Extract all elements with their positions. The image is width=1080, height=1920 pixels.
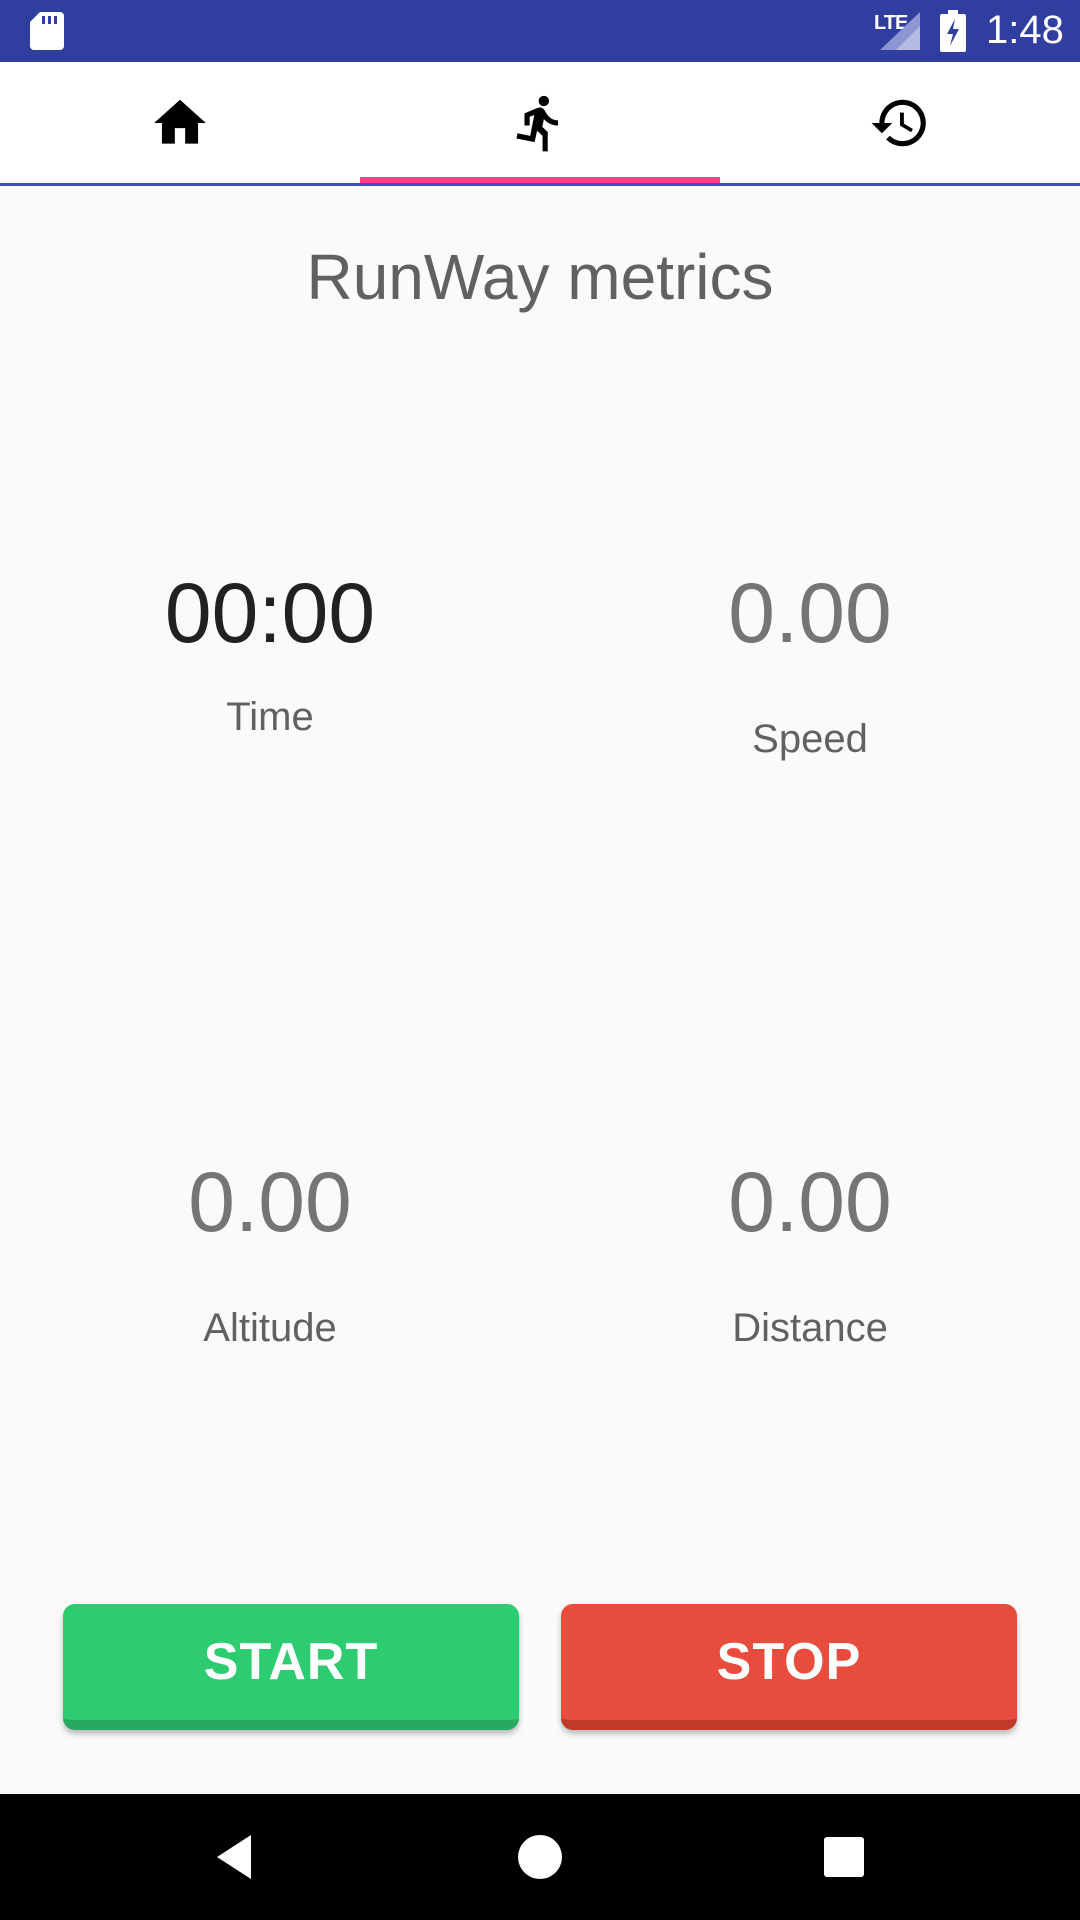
back-icon[interactable] — [201, 1822, 271, 1892]
home-icon — [154, 99, 206, 144]
time-value: 00:00 — [164, 566, 376, 660]
metric-time: 00:00 Time — [0, 563, 540, 740]
speed-label: Speed — [752, 717, 868, 761]
start-button[interactable]: START — [63, 1604, 519, 1730]
recents-icon[interactable] — [809, 1822, 879, 1892]
system-nav-bar — [0, 1794, 1080, 1920]
tab-bar — [0, 62, 1080, 186]
tab-selected-indicator — [360, 177, 720, 183]
tab-home[interactable] — [0, 62, 360, 183]
metric-speed: 0.00 Speed — [540, 563, 1080, 762]
altitude-value: 0.00 — [188, 1155, 352, 1249]
home-circle-icon[interactable] — [505, 1822, 575, 1892]
history-icon — [871, 99, 926, 146]
tab-history[interactable] — [720, 62, 1080, 183]
time-label: Time — [226, 695, 314, 739]
sd-card-icon — [30, 12, 64, 50]
battery-charging-icon — [940, 10, 966, 52]
tab-run[interactable] — [360, 62, 720, 183]
status-bar: LTE 1:48 — [0, 0, 1080, 62]
status-time: 1:48 — [986, 8, 1064, 52]
altitude-label: Altitude — [203, 1306, 337, 1350]
distance-label: Distance — [732, 1306, 888, 1350]
stop-button[interactable]: STOP — [561, 1604, 1017, 1730]
page-title: RunWay metrics — [306, 241, 774, 313]
metric-distance: 0.00 Distance — [540, 1152, 1080, 1351]
signal-icon — [880, 12, 920, 50]
metric-altitude: 0.00 Altitude — [0, 1152, 540, 1351]
distance-value: 0.00 — [728, 1155, 892, 1249]
run-icon — [516, 95, 559, 151]
speed-value: 0.00 — [728, 566, 892, 660]
